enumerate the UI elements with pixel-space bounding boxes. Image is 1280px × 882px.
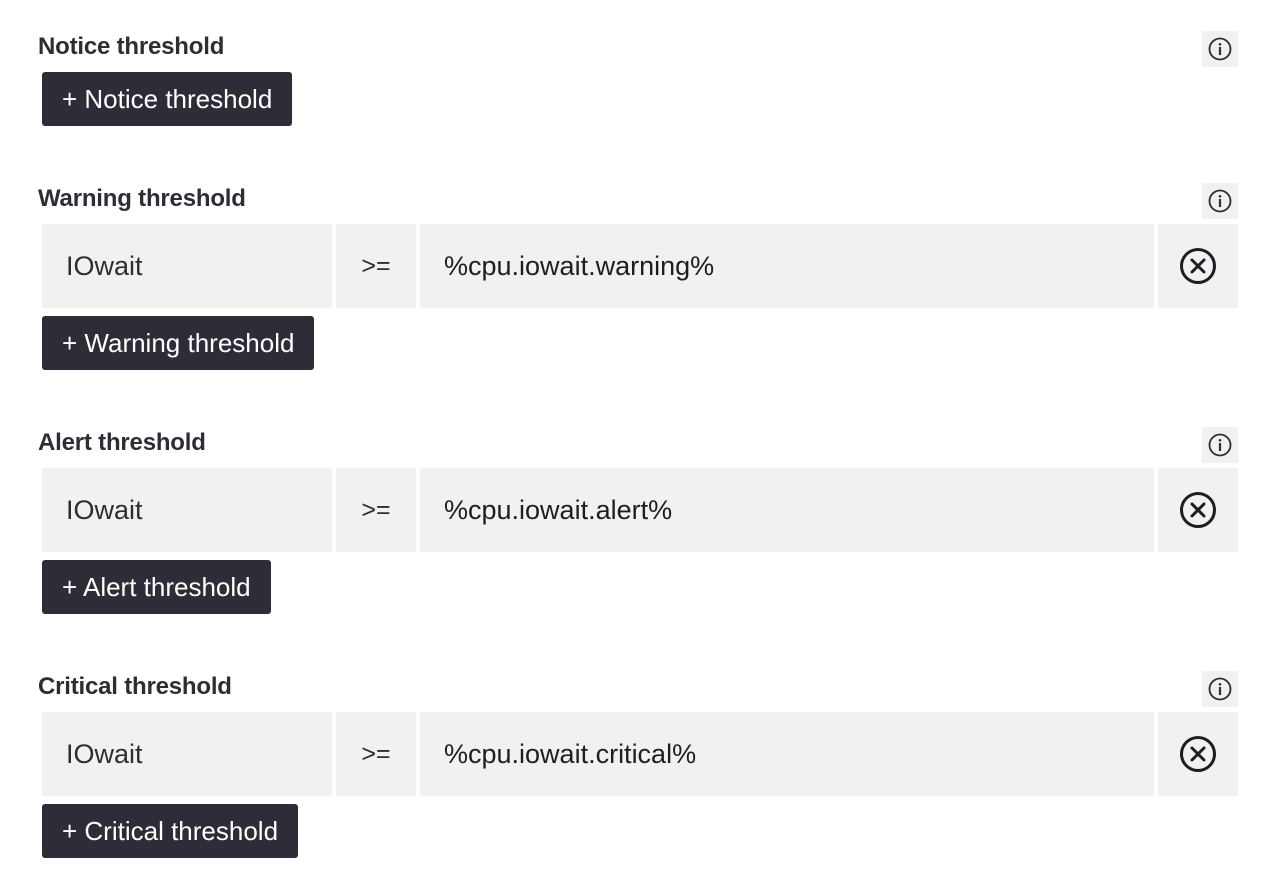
metric-select[interactable]: IOwait <box>42 468 332 552</box>
section-header: Alert threshold <box>38 427 1238 463</box>
threshold-value-input[interactable]: %cpu.iowait.warning% <box>420 224 1154 308</box>
section-title: Warning threshold <box>38 185 246 212</box>
info-icon[interactable] <box>1202 31 1238 67</box>
threshold-rule-row: IOwait >= %cpu.iowait.critical% <box>42 712 1238 796</box>
warning-threshold-section: Warning threshold IOwait >= %cpu.iowait.… <box>38 183 1238 370</box>
info-icon[interactable] <box>1202 671 1238 707</box>
info-icon-graphic <box>1208 433 1232 457</box>
threshold-rule-row: IOwait >= %cpu.iowait.alert% <box>42 468 1238 552</box>
metric-select[interactable]: IOwait <box>42 224 332 308</box>
alert-threshold-section: Alert threshold IOwait >= %cpu.iowait.al… <box>38 427 1238 614</box>
remove-rule-button[interactable] <box>1158 712 1238 796</box>
threshold-value-input[interactable]: %cpu.iowait.alert% <box>420 468 1154 552</box>
threshold-settings-page: Notice threshold + Notice threshold Warn… <box>0 0 1280 882</box>
operator-select[interactable]: >= <box>336 712 416 796</box>
threshold-rule-row: IOwait >= %cpu.iowait.warning% <box>42 224 1238 308</box>
remove-rule-button[interactable] <box>1158 224 1238 308</box>
operator-select[interactable]: >= <box>336 224 416 308</box>
section-title: Notice threshold <box>38 33 225 60</box>
metric-select[interactable]: IOwait <box>42 712 332 796</box>
notice-threshold-section: Notice threshold + Notice threshold <box>38 31 1238 126</box>
close-circle-icon <box>1180 248 1216 284</box>
info-icon[interactable] <box>1202 427 1238 463</box>
info-icon-graphic <box>1208 37 1232 61</box>
add-alert-threshold-button[interactable]: + Alert threshold <box>42 560 271 614</box>
add-critical-threshold-button[interactable]: + Critical threshold <box>42 804 299 858</box>
close-circle-icon <box>1180 492 1216 528</box>
info-icon-graphic <box>1208 677 1232 701</box>
add-warning-threshold-button[interactable]: + Warning threshold <box>42 316 315 370</box>
section-title: Critical threshold <box>38 673 232 700</box>
remove-rule-button[interactable] <box>1158 468 1238 552</box>
section-header: Notice threshold <box>38 31 1238 67</box>
operator-select[interactable]: >= <box>336 468 416 552</box>
add-notice-threshold-button[interactable]: + Notice threshold <box>42 72 293 126</box>
section-header: Warning threshold <box>38 183 1238 219</box>
critical-threshold-section: Critical threshold IOwait >= %cpu.iowait… <box>38 671 1238 858</box>
info-icon[interactable] <box>1202 183 1238 219</box>
info-icon-graphic <box>1208 189 1232 213</box>
threshold-value-input[interactable]: %cpu.iowait.critical% <box>420 712 1154 796</box>
section-header: Critical threshold <box>38 671 1238 707</box>
section-title: Alert threshold <box>38 429 206 456</box>
close-circle-icon <box>1180 736 1216 772</box>
